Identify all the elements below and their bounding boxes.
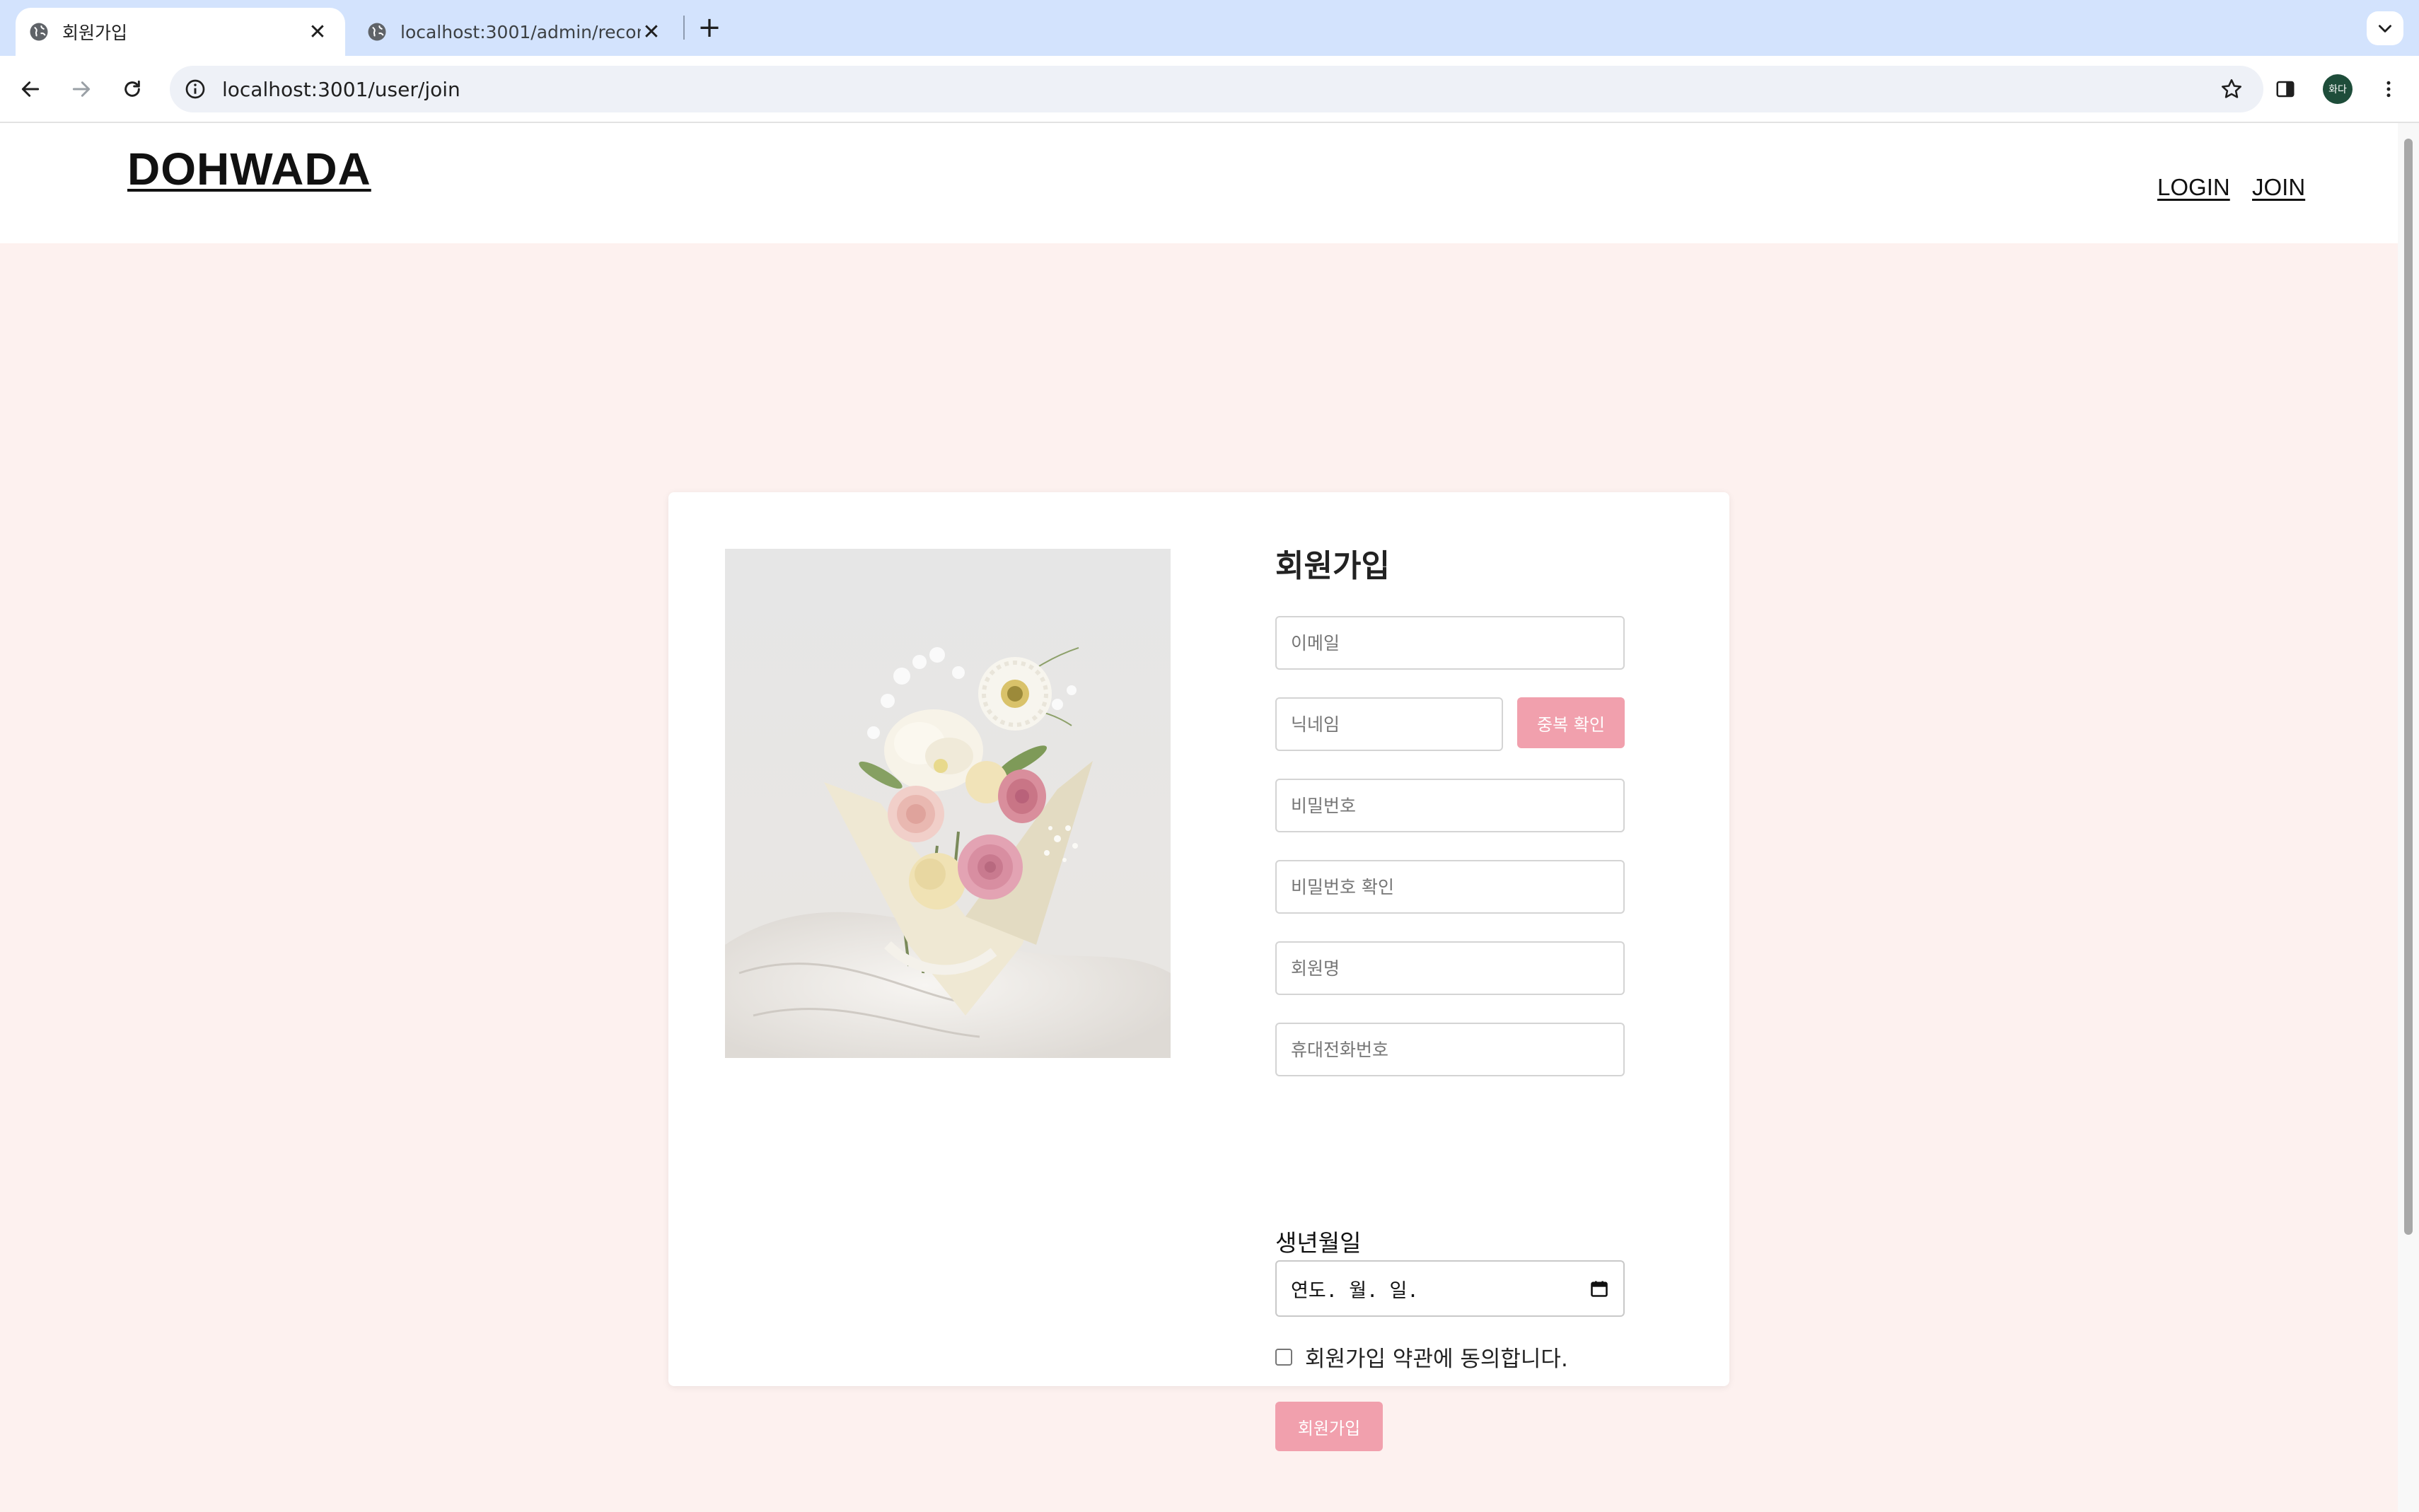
tab-separator (683, 16, 685, 40)
browser-tab-strip: 회원가입 ✕ localhost:3001/admin/recom ✕ + (0, 0, 2419, 56)
profile-avatar[interactable]: 화다 (2323, 74, 2353, 104)
dob-label: 생년월일 (1275, 1229, 1362, 1257)
page-scrollbar[interactable] (2398, 123, 2419, 1512)
info-icon[interactable] (184, 78, 207, 100)
site-header: DOHWADA LOGIN JOIN (0, 123, 2398, 243)
globe-icon (368, 23, 386, 41)
dob-date-input[interactable]: 연도. 월. 일. (1275, 1260, 1625, 1317)
password-field[interactable] (1275, 779, 1625, 832)
tab-join[interactable]: 회원가입 ✕ (16, 8, 345, 56)
page-viewport: DOHWADA LOGIN JOIN 회원가입 이메일 닉네임 중복 확인 비밀… (0, 123, 2398, 1512)
terms-label[interactable]: 회원가입 약관에 동의합니다. (1305, 1341, 1568, 1373)
duplicate-check-button[interactable]: 중복 확인 (1517, 697, 1625, 748)
browser-toolbar: localhost:3001/user/join 화다 (0, 56, 2419, 123)
plus-icon[interactable]: + (693, 10, 726, 45)
url-text[interactable]: localhost:3001/user/join (222, 78, 460, 101)
bookmark-star-icon[interactable] (2220, 77, 2244, 101)
back-arrow-icon[interactable] (13, 71, 48, 107)
dob-value[interactable]: 연도. 월. 일. (1291, 1275, 1589, 1303)
scrollbar-thumb[interactable] (2404, 139, 2413, 1235)
more-menu-icon[interactable] (2371, 71, 2406, 107)
calendar-icon[interactable] (1589, 1279, 1609, 1298)
tab-admin-recommend[interactable]: localhost:3001/admin/recom ✕ (354, 8, 679, 56)
nav-join-link[interactable]: JOIN (2252, 174, 2305, 201)
terms-checkbox[interactable] (1275, 1348, 1292, 1366)
globe-icon (30, 23, 48, 41)
password-confirm-field[interactable] (1275, 860, 1625, 914)
close-icon[interactable]: ✕ (641, 20, 662, 45)
close-icon[interactable]: ✕ (307, 20, 328, 45)
phone-field[interactable] (1275, 1023, 1625, 1076)
signup-submit-button[interactable]: 회원가입 (1275, 1402, 1383, 1451)
tab-title: localhost:3001/admin/recom (400, 21, 641, 42)
member-name-field[interactable] (1275, 941, 1625, 995)
terms-agreement: 회원가입 약관에 동의합니다. (1275, 1341, 1568, 1373)
form-title: 회원가입 (1275, 548, 1390, 584)
reload-icon[interactable] (115, 71, 150, 107)
forward-arrow-icon[interactable] (64, 71, 99, 107)
site-logo[interactable]: DOHWADA (127, 143, 371, 195)
chevron-down-icon[interactable] (2367, 11, 2403, 45)
nav-login-link[interactable]: LOGIN (2157, 174, 2230, 201)
nickname-field[interactable] (1275, 697, 1503, 751)
side-panel-icon[interactable] (2268, 71, 2303, 107)
address-bar[interactable]: localhost:3001/user/join (170, 66, 2263, 112)
email-field[interactable] (1275, 616, 1625, 670)
tab-title: 회원가입 (62, 23, 128, 43)
join-card: 회원가입 중복 확인 생년월일 연도. 월. 일. 회원가입 약관에 동의합니다… (668, 492, 1729, 1451)
bouquet-photo (725, 549, 1171, 1058)
